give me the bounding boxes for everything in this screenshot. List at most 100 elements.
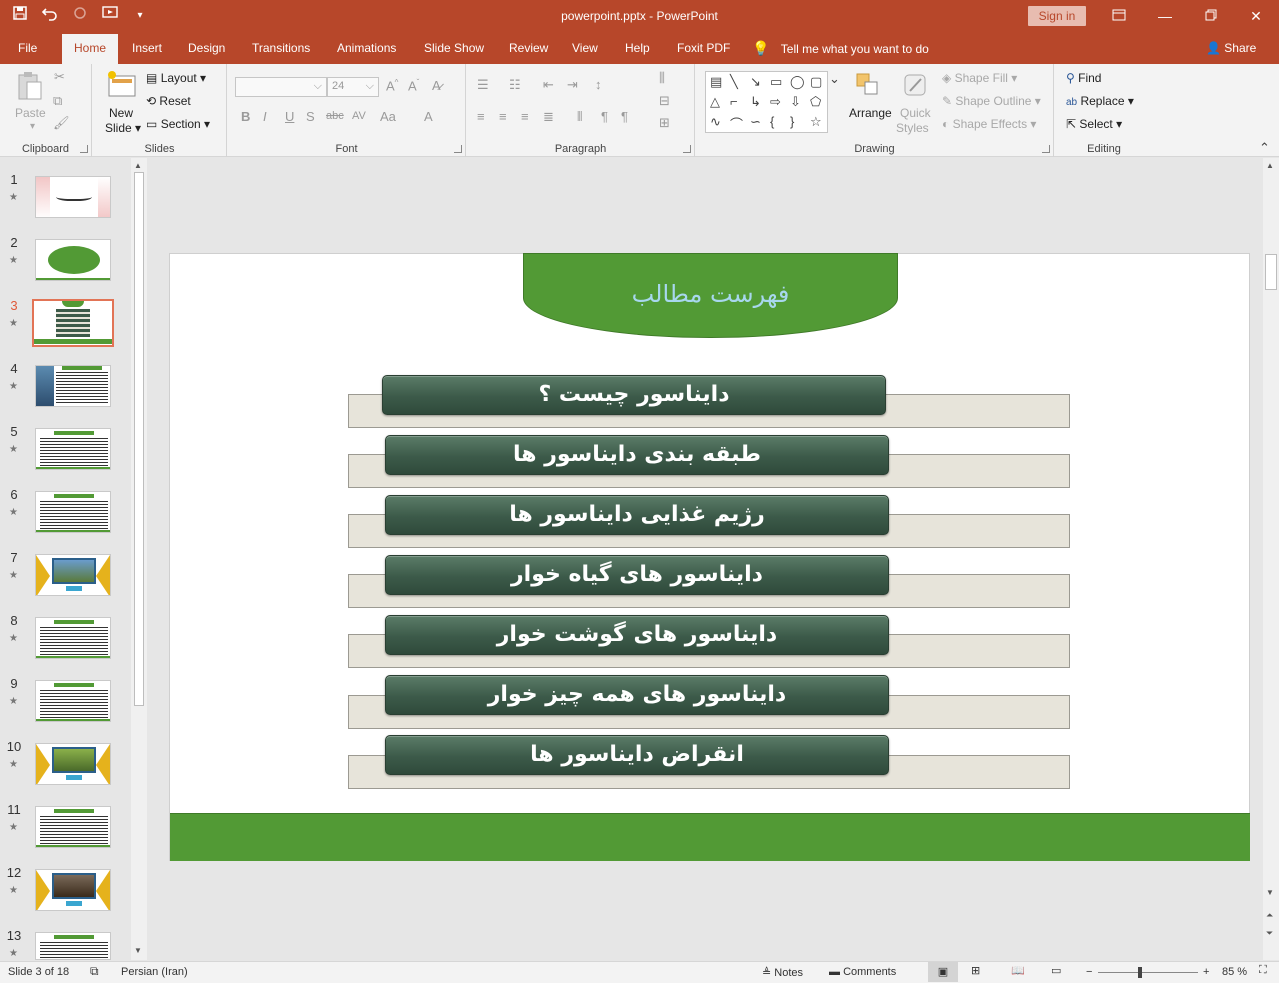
slide-thumbnail-4[interactable] [35, 365, 111, 407]
shape-effects-button[interactable]: ◐ Shape Effects ▾ [942, 117, 1036, 131]
smartart-icon[interactable]: ⊞ [659, 115, 670, 131]
next-slide-icon[interactable]: ⏷ [1266, 928, 1273, 939]
clear-formatting-icon[interactable]: A̷ [432, 78, 441, 93]
slide-thumbnail-12[interactable] [35, 869, 111, 911]
slide-thumbnail-7[interactable] [35, 554, 111, 596]
ltr-icon[interactable]: ¶ [601, 109, 608, 124]
rtl-icon[interactable]: ¶ [621, 109, 628, 124]
oval-shape-icon[interactable]: ◯ [790, 74, 805, 90]
tab-file[interactable]: File [8, 34, 47, 64]
align-right-icon[interactable]: ≡ [521, 109, 529, 124]
shapes-scroll-icon[interactable]: ⌄ [829, 71, 840, 87]
right-brace-icon[interactable]: } [790, 114, 794, 129]
spell-check-icon[interactable]: ⧉ [90, 964, 99, 979]
new-slide-button[interactable]: Slide ▾ [105, 121, 141, 135]
columns-icon[interactable]: ⫴ [577, 109, 582, 125]
scroll-up-icon[interactable]: ▲ [134, 161, 142, 170]
tab-foxit-pdf[interactable]: Foxit PDF [667, 34, 740, 64]
increase-indent-icon[interactable]: ⇥ [567, 77, 578, 93]
line-shape-icon[interactable]: ╲ [730, 74, 738, 90]
collapse-ribbon-icon[interactable]: ⌃ [1259, 140, 1270, 156]
slide-thumbnail-6[interactable] [35, 491, 111, 533]
slide-scroll-thumb[interactable] [1265, 254, 1277, 290]
line-spacing-icon[interactable]: ↕ [595, 77, 602, 92]
tab-review[interactable]: Review [499, 34, 558, 64]
thumbnail-scrollbar[interactable]: ▲ ▼ [131, 158, 147, 960]
copy-icon[interactable]: ⧉ [53, 93, 62, 109]
new-slide-icon[interactable] [106, 70, 136, 100]
align-center-icon[interactable]: ≡ [499, 109, 507, 124]
undo-icon[interactable] [38, 5, 62, 27]
text-direction-icon[interactable]: ⫼ [659, 70, 665, 86]
slide-thumbnail-3[interactable] [32, 299, 114, 347]
shadow-icon[interactable]: S [306, 109, 315, 124]
underline-icon[interactable]: U [285, 109, 294, 124]
tab-view[interactable]: View [562, 34, 608, 64]
justify-icon[interactable]: ≣ [543, 109, 554, 125]
reset-button[interactable]: ⟲ Reset [146, 94, 191, 108]
elbow-connector-icon[interactable]: ⌐ [730, 94, 738, 109]
tab-help[interactable]: Help [615, 34, 660, 64]
font-size-combo[interactable]: 24 ⌵ [327, 77, 379, 97]
change-case-icon[interactable]: Aa [380, 109, 396, 124]
format-painter-icon[interactable]: 🖌 [53, 115, 70, 131]
align-left-icon[interactable]: ≡ [477, 109, 485, 124]
fit-slide-icon[interactable]: ⛶ [1259, 964, 1267, 977]
title-shape[interactable]: فهرست مطالب [523, 253, 898, 338]
slide-canvas[interactable]: فهرست مطالب دایناسور چیست ؟ طبقه بندی دا… [169, 253, 1250, 861]
paste-button[interactable]: Paste [15, 106, 46, 120]
rounded-rect-shape-icon[interactable]: ▢ [810, 74, 822, 90]
tell-me-search[interactable]: 💡 Tell me what you want to do [752, 34, 929, 64]
comments-button[interactable]: ▬ Comments [829, 966, 896, 978]
align-text-icon[interactable]: ⊟ [659, 93, 670, 109]
quick-styles-label-1[interactable]: Quick [900, 106, 931, 120]
character-spacing-icon[interactable]: AV [352, 110, 366, 122]
italic-icon[interactable]: I [263, 109, 267, 124]
zoom-level[interactable]: 85 % [1222, 966, 1247, 978]
new-slide-label-1[interactable]: New [109, 106, 133, 120]
freeform-shape-icon[interactable]: ∽ [750, 114, 761, 130]
zoom-in-button[interactable]: + [1203, 966, 1209, 978]
right-arrow-shape-icon[interactable]: ⇨ [770, 94, 781, 110]
tab-transitions[interactable]: Transitions [242, 34, 320, 64]
slide-thumbnail-5[interactable] [35, 428, 111, 470]
select-button[interactable]: ⇱ Select ▾ [1066, 117, 1122, 131]
replace-button[interactable]: ab Replace ▾ [1066, 94, 1134, 108]
notes-button[interactable]: ≜ Notes [762, 966, 803, 979]
save-icon[interactable] [8, 5, 32, 27]
quick-styles-label-2[interactable]: Styles [896, 121, 929, 135]
tab-insert[interactable]: Insert [122, 34, 172, 64]
section-button[interactable]: ▭ Section ▾ [146, 117, 210, 131]
rectangle-shape-icon[interactable]: ▭ [770, 74, 782, 90]
font-color-icon[interactable]: A [424, 109, 433, 124]
tab-design[interactable]: Design [178, 34, 235, 64]
decrease-indent-icon[interactable]: ⇤ [543, 77, 554, 93]
numbering-icon[interactable]: ☷ [509, 77, 521, 93]
redo-icon[interactable] [68, 5, 92, 27]
start-from-beginning-icon[interactable] [98, 5, 122, 27]
arrow-shape-icon[interactable]: ↘ [750, 74, 761, 90]
slide-sorter-icon[interactable]: ⊞ [971, 964, 980, 977]
normal-view-icon[interactable]: ▣ [928, 962, 958, 982]
bullets-icon[interactable]: ☰ [477, 77, 489, 93]
customize-qat-icon[interactable]: ▾ [128, 5, 152, 27]
font-launcher-icon[interactable] [454, 145, 462, 153]
font-name-combo[interactable]: ⌵ [235, 77, 327, 97]
elbow-arrow-icon[interactable]: ↳ [750, 94, 761, 110]
slide-thumbnail-9[interactable] [35, 680, 111, 722]
scroll-down-icon[interactable]: ▼ [134, 946, 142, 955]
toc-item-2[interactable]: طبقه بندی دایناسور ها [385, 435, 889, 475]
slide-thumbnail-1[interactable] [35, 176, 111, 218]
slide-thumbnail-11[interactable] [35, 806, 111, 848]
toc-item-5[interactable]: دایناسور های گوشت خوار [385, 615, 889, 655]
slide-thumbnail-2[interactable] [35, 239, 111, 281]
zoom-out-button[interactable]: − [1086, 966, 1092, 978]
layout-button[interactable]: ▤ Layout ▾ [146, 71, 206, 85]
ribbon-display-options-icon[interactable] [1096, 0, 1142, 32]
down-arrow-shape-icon[interactable]: ⇩ [790, 94, 801, 110]
paragraph-launcher-icon[interactable] [683, 145, 691, 153]
tab-home[interactable]: Home [62, 34, 118, 64]
paste-dropdown-icon[interactable]: ▾ [30, 121, 35, 132]
tab-animations[interactable]: Animations [327, 34, 406, 64]
textbox-shape-icon[interactable]: ▤ [710, 74, 722, 90]
